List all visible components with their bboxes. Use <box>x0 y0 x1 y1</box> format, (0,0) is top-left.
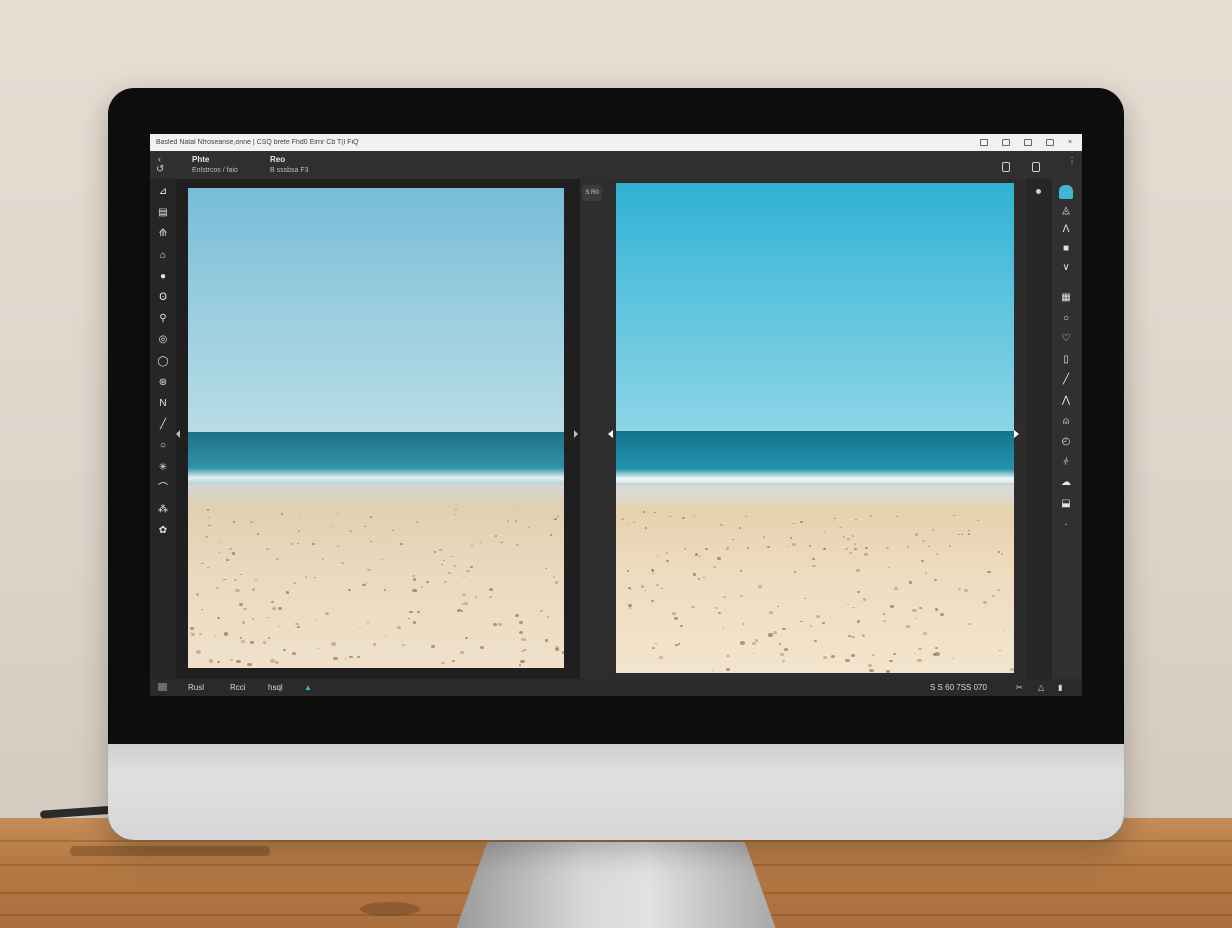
status-item[interactable]: Rcci <box>230 683 246 692</box>
breadcrumb-subtitle: Enlstrcos / faio <box>192 167 238 174</box>
eye-icon[interactable]: ⊛ <box>156 376 170 390</box>
indicator-dot-icon <box>1036 189 1041 194</box>
status-bar: Rusl Rcci hsql ▲ S S 60 7SS 070 ✂ △ ▮ <box>150 679 1082 696</box>
pen-icon[interactable]: ⟰ <box>156 227 170 241</box>
window-title: Basled Natal Nfroseanse,onne | CSQ brete… <box>156 139 359 146</box>
line-icon[interactable]: ╱ <box>156 418 170 432</box>
heart-icon[interactable]: ♡ <box>1059 332 1073 346</box>
minimize-icon[interactable] <box>1024 139 1032 146</box>
lock-icon[interactable] <box>1002 139 1010 146</box>
left-toolbar: ⊿ ▤ ⟰ ⌂ ● Ꙩ ⚲ ◎ ◯ ⊛ N ╱ ○ ✳ ⌒ ⁂ ✿ <box>150 179 180 679</box>
circle-icon[interactable]: ● <box>156 270 170 284</box>
info-icon[interactable] <box>1032 162 1040 172</box>
target-icon[interactable]: ◎ <box>156 333 170 347</box>
triangle-icon[interactable]: ⋀ <box>1059 394 1073 408</box>
more-icon[interactable]: ⋮ <box>1068 156 1076 165</box>
wave-icon[interactable]: N <box>156 397 170 411</box>
cloud-icon[interactable]: ☁ <box>1059 476 1073 490</box>
app-header: ‹ ↺ Phte Enlstrcos / faio Reo B sssbsa F… <box>150 151 1082 179</box>
exposure-icon[interactable]: ⌂ <box>1059 185 1073 199</box>
layers-toggle-icon[interactable]: ▮ <box>1058 683 1062 692</box>
brush-icon[interactable]: ⊿ <box>156 185 170 199</box>
status-item[interactable]: Rusl <box>188 683 204 692</box>
sparkle-icon[interactable]: ✳ <box>156 461 170 475</box>
slash-icon[interactable]: ╱ <box>1059 373 1073 387</box>
settings-icon[interactable]: ✿ <box>156 524 170 538</box>
curve-icon[interactable]: ⌒ <box>156 482 170 496</box>
after-photo[interactable] <box>616 183 1014 673</box>
after-panel <box>608 179 1026 679</box>
split-handle-left[interactable] <box>608 430 613 438</box>
warning-icon[interactable]: △ <box>1038 683 1044 692</box>
split-handle-right[interactable] <box>574 430 578 438</box>
dial-icon[interactable]: ◴ <box>1059 435 1073 449</box>
book-icon[interactable]: ▯ <box>1059 353 1073 367</box>
split-icon[interactable]: ⫩ <box>1059 456 1073 470</box>
drop-icon[interactable]: ◬ <box>1059 204 1073 218</box>
thumbnail-icon[interactable] <box>158 683 167 691</box>
split-handle-right[interactable] <box>1014 430 1019 438</box>
photo-editor-screen: Basled Natal Nfroseanse,onne | CSQ brete… <box>150 134 1082 696</box>
swatch-icon[interactable]: ■ <box>1059 242 1073 256</box>
status-readout: S S 60 7SS 070 <box>930 683 987 692</box>
window-titlebar: Basled Natal Nfroseanse,onne | CSQ brete… <box>150 134 1082 151</box>
split-handle-left[interactable] <box>176 430 180 438</box>
layers-icon[interactable]: ▤ <box>156 206 170 220</box>
breadcrumb-before[interactable]: Phte Enlstrcos / faio <box>192 155 238 174</box>
breadcrumb-after[interactable]: Reo B sssbsa F3 <box>270 155 309 174</box>
monitor-chin <box>108 744 1124 840</box>
breadcrumb-subtitle: B sssbsa F3 <box>270 167 309 174</box>
link-icon[interactable]: ⁂ <box>156 503 170 517</box>
before-photo[interactable] <box>188 188 564 668</box>
dropper-icon[interactable]: ⚲ <box>156 312 170 326</box>
monitor-stand <box>455 842 777 928</box>
status-item[interactable]: hsql <box>268 683 283 692</box>
stamp-icon[interactable]: ⌂ <box>156 249 170 263</box>
auto-enhance-icon[interactable]: ▲ <box>304 683 312 692</box>
history-icon[interactable]: ↺ <box>156 164 164 175</box>
breadcrumb-title: Reo <box>270 155 286 164</box>
compare-divider[interactable]: S R0 <box>580 179 610 679</box>
back-icon[interactable]: ‹ <box>158 154 161 164</box>
frame-icon[interactable]: ⬓ <box>1059 497 1073 511</box>
close-icon[interactable]: × <box>1068 139 1076 146</box>
before-panel <box>176 179 580 679</box>
compare-badge[interactable]: S R0 <box>582 185 602 201</box>
ring-icon[interactable]: ○ <box>156 439 170 453</box>
export-icon[interactable] <box>1002 162 1010 172</box>
shield-icon[interactable]: ◯ <box>156 355 170 369</box>
maximize-icon[interactable] <box>1046 139 1054 146</box>
circle-outline-icon[interactable]: ○ <box>1059 312 1073 326</box>
grid-icon[interactable]: ▦ <box>1059 291 1073 305</box>
chevron-icon[interactable]: ∨ <box>1059 261 1073 275</box>
monitor: Basled Natal Nfroseanse,onne | CSQ brete… <box>108 88 1124 840</box>
tools-icon[interactable]: ✂ <box>1016 683 1023 692</box>
share-icon[interactable] <box>980 139 988 146</box>
bell-icon[interactable]: ⍝ <box>1059 415 1073 429</box>
dot-icon[interactable]: · <box>1059 518 1073 532</box>
right-toolbar: ⌂ ◬ ᐱ ■ ∨ ▦ ○ ♡ ▯ ╱ ⋀ ⍝ ◴ ⫩ ☁ ⬓ · <box>1026 179 1082 679</box>
lens-icon[interactable]: Ꙩ <box>156 291 170 305</box>
peak-icon[interactable]: ᐱ <box>1059 223 1073 237</box>
breadcrumb-title: Phte <box>192 155 210 164</box>
